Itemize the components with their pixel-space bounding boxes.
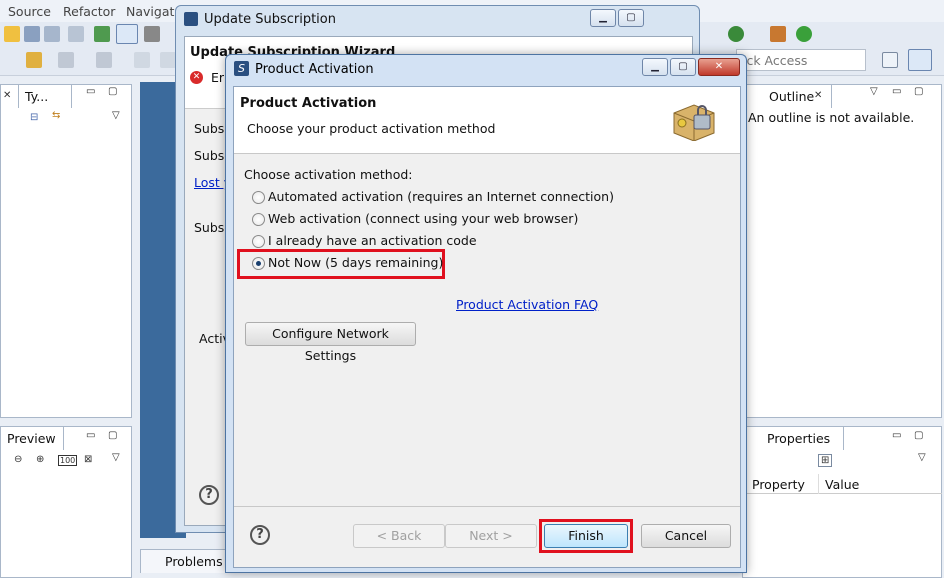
save-icon[interactable] xyxy=(24,26,40,42)
footer-separator xyxy=(234,506,740,507)
hammer-icon[interactable] xyxy=(144,26,160,42)
radio-code[interactable] xyxy=(252,235,265,248)
choose-method-label: Choose activation method: xyxy=(244,167,413,182)
tab-properties[interactable]: Properties xyxy=(742,426,844,450)
dialog-header: Product Activation Choose your product a… xyxy=(234,87,740,154)
open-folder-icon[interactable] xyxy=(26,52,42,68)
tab-label: Preview xyxy=(7,431,56,446)
collapse-icon[interactable]: ⊟ xyxy=(30,112,38,123)
menu-source[interactable]: Source xyxy=(8,4,51,19)
perspective-icon[interactable] xyxy=(908,49,932,71)
menu-navigate[interactable]: Navigate xyxy=(126,4,182,19)
cancel-button[interactable]: Cancel xyxy=(641,524,731,548)
close-icon[interactable]: ✕ xyxy=(814,90,822,101)
link-icon[interactable]: ⇆ xyxy=(52,110,60,121)
run-icon[interactable] xyxy=(94,26,110,42)
option-label: Not Now (5 days remaining) xyxy=(268,255,444,270)
column-value: Value xyxy=(818,474,865,494)
close-icon[interactable]: ✕ xyxy=(3,90,11,101)
zoom-in-icon[interactable]: ⊕ xyxy=(36,454,44,465)
option-web[interactable]: Web activation (connect using your web b… xyxy=(252,210,612,228)
back-button[interactable]: < Back xyxy=(353,524,445,548)
outline-panel xyxy=(742,84,942,418)
minimize-button[interactable]: ▁ xyxy=(590,9,616,27)
option-label: Web activation (connect using your web b… xyxy=(268,211,579,226)
minimize-icon[interactable]: ▭ xyxy=(86,430,95,441)
maximize-icon[interactable]: ▢ xyxy=(108,86,117,97)
window-title: Update Subscription xyxy=(204,12,336,27)
tab-label: Ty... xyxy=(25,89,49,104)
option-label: Automated activation (requires an Intern… xyxy=(268,189,614,204)
option-code[interactable]: I already have an activation code xyxy=(252,232,612,250)
categories-icon[interactable]: ⊞ xyxy=(818,454,833,467)
left-panel xyxy=(0,84,132,418)
view-menu-icon[interactable]: ▽ xyxy=(112,110,120,121)
print-icon[interactable] xyxy=(68,26,84,42)
error-icon: ✕ xyxy=(190,71,203,84)
nav-icon[interactable] xyxy=(96,52,112,68)
menu-refactor[interactable]: Refactor xyxy=(63,4,115,19)
maximize-button[interactable]: ▢ xyxy=(670,58,696,76)
new-icon[interactable] xyxy=(4,26,20,42)
back-arrow-icon[interactable] xyxy=(134,52,150,68)
edit-icon[interactable] xyxy=(58,52,74,68)
refresh-icon[interactable] xyxy=(796,26,812,42)
maximize-icon[interactable]: ▢ xyxy=(914,86,923,97)
dialog-client: Product Activation Choose your product a… xyxy=(233,86,741,568)
minimize-button[interactable]: ▁ xyxy=(642,58,668,76)
zoom-100-icon[interactable]: 100 xyxy=(58,455,78,466)
forward-arrow-icon[interactable] xyxy=(160,52,176,68)
configure-network-button[interactable]: Configure Network Settings xyxy=(245,322,416,363)
help-icon[interactable]: ? xyxy=(199,485,219,505)
finish-button[interactable]: Finish xyxy=(544,524,628,548)
column-property: Property xyxy=(752,477,805,492)
save-all-icon[interactable] xyxy=(44,26,60,42)
tab-preview[interactable]: Preview xyxy=(0,426,64,450)
activation-icon[interactable] xyxy=(116,24,138,44)
option-automated[interactable]: Automated activation (requires an Intern… xyxy=(252,188,614,206)
view-menu-icon[interactable]: ▽ xyxy=(112,452,120,463)
radio-automated[interactable] xyxy=(252,191,265,204)
minimize-icon[interactable]: ▭ xyxy=(892,86,901,97)
dialog-title: Product Activation xyxy=(255,62,374,77)
radio-web[interactable] xyxy=(252,213,265,226)
activation-package-icon xyxy=(670,97,718,142)
help-icon[interactable]: ? xyxy=(250,525,270,545)
minimize-icon[interactable]: ▭ xyxy=(86,86,95,97)
tab-problems[interactable]: Problems xyxy=(140,549,228,573)
app-icon: S xyxy=(234,61,249,76)
tab-label: Properties xyxy=(767,431,831,446)
open-perspective-icon[interactable] xyxy=(882,52,898,68)
tab-label: Problems xyxy=(165,554,223,569)
dialog-subheading: Choose your product activation method xyxy=(247,121,496,136)
radio-not-now[interactable] xyxy=(252,257,265,270)
maximize-icon[interactable]: ▢ xyxy=(108,430,117,441)
maximize-icon[interactable]: ▢ xyxy=(914,430,923,441)
debug-icon[interactable] xyxy=(728,26,744,42)
option-label: I already have an activation code xyxy=(268,233,477,248)
product-activation-dialog: S Product Activation ▁ ▢ ✕ Product Activ… xyxy=(225,54,747,573)
quick-access-input[interactable]: ick Access xyxy=(736,49,866,71)
maximize-button[interactable]: ▢ xyxy=(618,9,644,27)
close-button[interactable]: ✕ xyxy=(698,58,740,76)
activation-faq-link[interactable]: Product Activation FAQ xyxy=(456,297,598,312)
view-menu-icon[interactable]: ▽ xyxy=(870,86,878,97)
option-not-now[interactable]: Not Now (5 days remaining) xyxy=(252,254,444,272)
next-button[interactable]: Next > xyxy=(445,524,537,548)
minimize-icon[interactable]: ▭ xyxy=(892,430,901,441)
view-menu-icon[interactable]: ▽ xyxy=(918,452,926,463)
outline-empty-message: An outline is not available. xyxy=(748,110,915,125)
tab-label: Outline xyxy=(769,89,815,104)
app-icon xyxy=(184,12,198,26)
package-icon[interactable] xyxy=(770,26,786,42)
zoom-out-icon[interactable]: ⊖ xyxy=(14,454,22,465)
fit-icon[interactable]: ⊠ xyxy=(84,454,92,465)
properties-header: Property Value xyxy=(746,474,942,494)
tab-type-hierarchy[interactable]: Ty... xyxy=(18,84,72,108)
dialog-heading: Product Activation xyxy=(240,96,377,111)
